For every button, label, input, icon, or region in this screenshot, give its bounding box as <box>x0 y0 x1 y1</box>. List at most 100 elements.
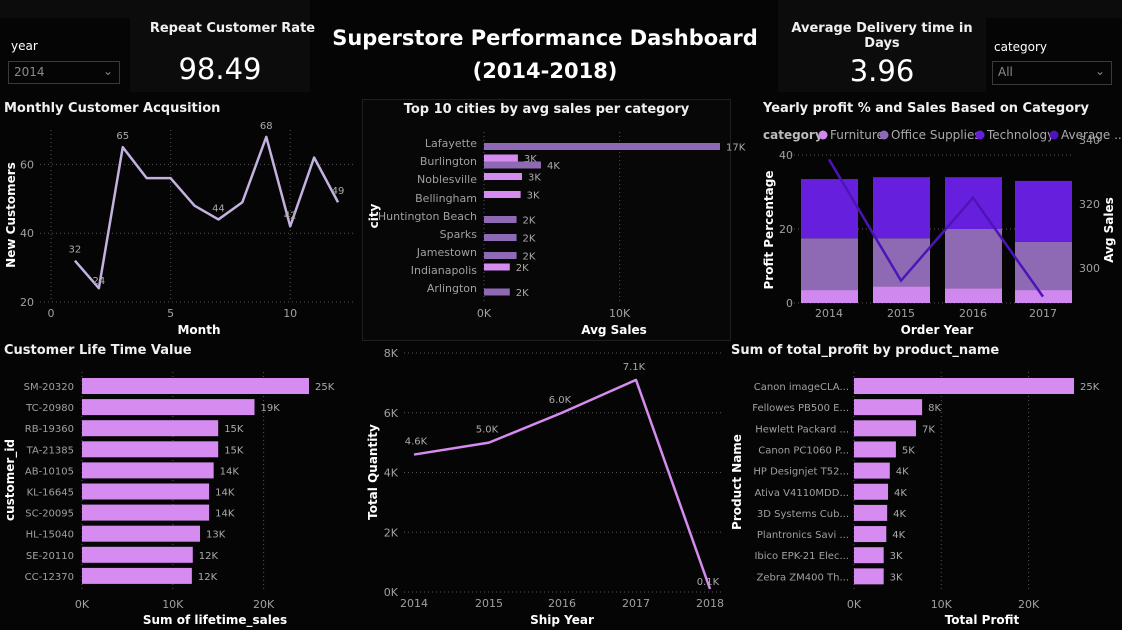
bar <box>854 462 890 479</box>
data-label: 2K <box>523 216 536 227</box>
bar <box>82 420 219 437</box>
data-label: 3K <box>527 191 540 202</box>
y-tick-label: Noblesville <box>417 173 477 186</box>
bar <box>82 462 214 479</box>
y-tick-label: Arlington <box>427 282 477 295</box>
bar-segment <box>1015 290 1072 303</box>
x-tick-label: 2018 <box>696 597 724 610</box>
charts-canvas: 20 40 60 0 5 10 32 24 65 44 68 42 49 Month New Custome… <box>3 121 1122 628</box>
y-tick-label: 8K <box>384 347 399 360</box>
legend-marker <box>879 130 889 140</box>
x-tick-label: 2015 <box>475 597 503 610</box>
x-axis-title: Total Profit <box>945 613 1020 627</box>
legend-label: Technology <box>986 128 1054 142</box>
data-label: 12K <box>199 551 219 562</box>
y-tick-label: Lafayette <box>425 137 477 150</box>
bar <box>854 547 884 564</box>
y-tick-label: Ativa V4110MDD... <box>755 488 849 499</box>
bar <box>854 378 1074 394</box>
x-axis-title: Avg Sales <box>581 323 647 337</box>
bar <box>82 441 219 458</box>
x-tick-label: 2014 <box>815 307 843 320</box>
bar <box>82 546 193 563</box>
y-tick-label: Hewlett Packard ... <box>755 424 849 435</box>
data-label: 14K <box>220 466 240 477</box>
data-label: 17K <box>726 143 746 154</box>
y-tick-label: HP Designjet T52... <box>753 467 849 478</box>
y-axis-title: Total Quantity <box>366 424 380 520</box>
bar <box>82 378 309 394</box>
bar-segment <box>1015 180 1072 242</box>
y-tick-label: 20 <box>779 223 793 236</box>
bar <box>484 191 521 198</box>
bar-segment <box>873 177 930 239</box>
data-label: 14K <box>215 488 235 499</box>
bar <box>484 288 510 296</box>
data-label: 2K <box>523 252 536 263</box>
y-axis-title: customer_id <box>3 439 18 521</box>
y-tick-label: 0 <box>786 297 793 310</box>
data-label: 44 <box>212 203 225 214</box>
y-axis-title: city <box>367 203 381 228</box>
y-tick-label: 6K <box>384 407 399 420</box>
bar-segment <box>945 288 1002 303</box>
x-tick-label: 10 <box>283 307 297 320</box>
y-tick-label: Canon imageCLA... <box>754 382 849 393</box>
y-tick-label: SM-20320 <box>24 382 74 393</box>
x-tick-label: 2017 <box>1029 307 1057 320</box>
x-tick-label: 5 <box>167 307 174 320</box>
y-tick-label: RB-19360 <box>25 424 74 435</box>
x-axis-title: Sum of lifetime_sales <box>143 613 287 628</box>
data-label: 8K <box>928 403 941 414</box>
data-label: 19K <box>261 403 281 414</box>
data-label: 15K <box>224 445 244 456</box>
data-label: 68 <box>260 121 273 132</box>
bar-segment <box>1015 241 1072 291</box>
legend-marker <box>975 130 985 140</box>
bar <box>484 234 517 241</box>
data-label: 24 <box>92 276 105 287</box>
y-tick-label: SE-20110 <box>26 551 74 562</box>
y-tick-label: Canon PC1060 P... <box>758 445 849 456</box>
data-label: 4.6K <box>405 437 428 448</box>
bar <box>854 483 889 500</box>
x-tick-label: 20K <box>253 598 275 611</box>
bar-segment <box>801 290 858 303</box>
x-tick-label: 0K <box>75 598 90 611</box>
y-tick-label: 0K <box>384 586 399 599</box>
bar <box>82 567 192 584</box>
avg-sales-line <box>827 158 1045 298</box>
bar <box>484 173 522 180</box>
product-profit-chart: 0K 10K 20K Canon imageCLA... 25K Fellowes PB5… <box>730 372 1100 627</box>
bar <box>82 504 210 521</box>
y-tick-label: Plantronics Savi ... <box>757 530 849 541</box>
y-tick-label: 2K <box>384 526 399 539</box>
data-label: 2K <box>523 234 536 245</box>
y2-tick-label: 340 <box>1079 134 1100 147</box>
data-label: 6.0K <box>549 395 572 406</box>
data-label: 4K <box>894 488 907 499</box>
x-tick-label: 0K <box>477 307 492 320</box>
legend-label: Furniture <box>830 128 884 142</box>
legend-marker <box>818 130 828 140</box>
data-label: 12K <box>198 572 218 583</box>
bar <box>484 216 517 223</box>
y-tick-label: 40 <box>20 227 34 240</box>
data-label: 14K <box>215 509 235 520</box>
y-tick-label: Huntington Beach <box>378 210 477 223</box>
y-tick-label: SC-20095 <box>25 509 74 520</box>
y-tick-label: Ibico EPK-21 Elec... <box>754 551 849 562</box>
bar <box>484 161 541 169</box>
y-tick-label: 3D Systems Cub... <box>757 509 849 520</box>
x-tick-label: 10K <box>609 307 631 320</box>
bar <box>82 525 201 542</box>
bar <box>854 568 884 585</box>
data-label: 4K <box>893 509 906 520</box>
legend-title: category <box>763 128 823 142</box>
data-label: 3K <box>890 551 903 562</box>
y-tick-label: Sparks <box>440 228 478 241</box>
x-tick-label: 2014 <box>400 597 428 610</box>
y-tick-label: 40 <box>779 149 793 162</box>
bar <box>854 420 916 437</box>
bar-segment <box>945 229 1002 289</box>
